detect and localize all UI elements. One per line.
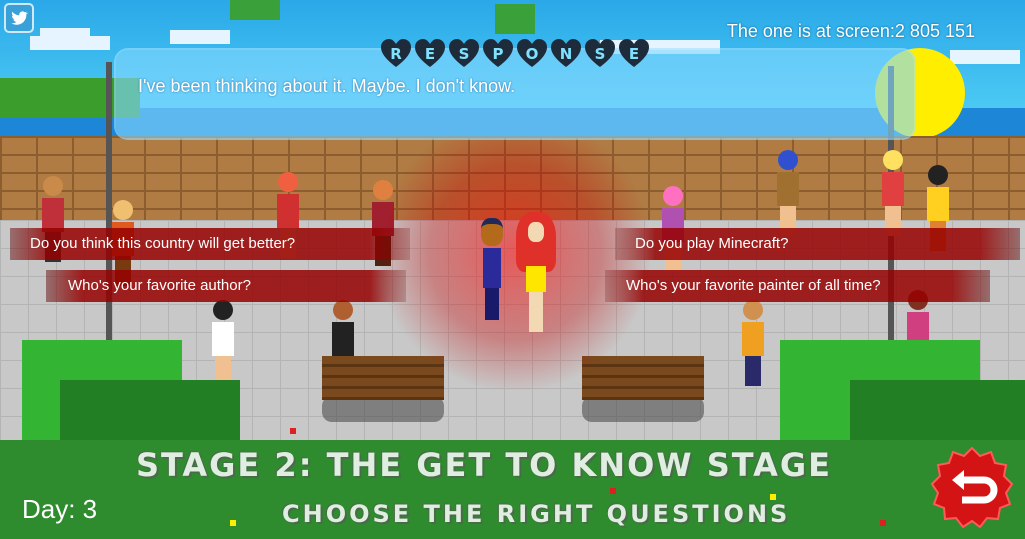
response-title: RESPONSE xyxy=(380,38,650,78)
title-heart-letter: N xyxy=(550,38,582,70)
day-counter: Day: 3 xyxy=(22,494,98,524)
crowd-person xyxy=(775,150,801,236)
player-counter: The one is at screen:2 805 151 xyxy=(726,21,975,41)
cloud xyxy=(950,50,1020,64)
flower xyxy=(880,520,886,526)
crowd-person xyxy=(880,150,906,236)
flower xyxy=(290,428,296,434)
stage-title: STAGE 2: THE GET TO KNOW STAGE xyxy=(136,446,832,484)
question-option-author[interactable]: Who's your favorite author? xyxy=(46,270,406,302)
title-heart-letter: E xyxy=(414,38,446,70)
twitter-bird-icon xyxy=(11,11,28,25)
title-heart-letter: E xyxy=(618,38,650,70)
stage-subtitle: CHOOSE THE RIGHT QUESTIONS xyxy=(282,500,791,528)
date-character xyxy=(516,212,556,332)
title-heart-letter: S xyxy=(584,38,616,70)
response-text: I've been thinking about it. Maybe. I do… xyxy=(138,76,516,96)
title-heart-letter: S xyxy=(448,38,480,70)
cloud xyxy=(170,30,230,44)
return-arrow-icon xyxy=(930,446,1014,529)
crowd-person xyxy=(210,300,236,386)
flower xyxy=(230,520,236,526)
title-heart-letter: R xyxy=(380,38,412,70)
crowd-person xyxy=(740,300,766,386)
question-option-minecraft[interactable]: Do you play Minecraft? xyxy=(615,228,1020,260)
cloud xyxy=(40,28,90,42)
question-option-painter[interactable]: Who's your favorite painter of all time? xyxy=(605,270,990,302)
tree-top xyxy=(230,0,280,20)
heart-glow xyxy=(380,140,650,390)
title-heart-letter: P xyxy=(482,38,514,70)
player-character xyxy=(478,218,506,320)
question-option-country[interactable]: Do you think this country will get bette… xyxy=(10,228,410,260)
title-heart-letter: O xyxy=(516,38,548,70)
back-button[interactable] xyxy=(930,446,1014,530)
tree-top xyxy=(495,4,535,34)
twitter-share-button[interactable] xyxy=(4,3,34,33)
